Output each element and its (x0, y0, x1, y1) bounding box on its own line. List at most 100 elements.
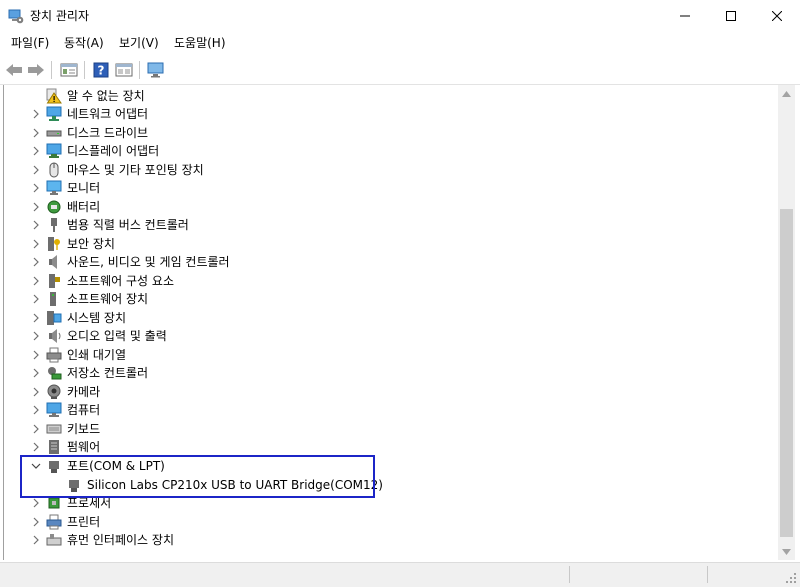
tree-row-label: 오디오 입력 및 출력 (67, 329, 167, 343)
software-device-icon (46, 291, 62, 307)
battery-icon (46, 199, 62, 215)
expand-chevron-icon[interactable] (30, 349, 42, 361)
tree-row[interactable]: 배터리 (4, 198, 779, 216)
expand-chevron-icon[interactable] (30, 423, 42, 435)
tree-row-label: 키보드 (67, 422, 101, 436)
menu-help[interactable]: 도움말(H) (172, 34, 228, 52)
unknown-device-warning-icon (46, 88, 62, 104)
maximize-button[interactable] (708, 0, 754, 32)
tree-row[interactable]: 소프트웨어 장치 (4, 290, 779, 308)
tree-row[interactable]: 소프트웨어 구성 요소 (4, 272, 779, 290)
expand-chevron-icon[interactable] (30, 367, 42, 379)
audio-io-icon (46, 328, 62, 344)
tree-row[interactable]: 프린터 (4, 513, 779, 531)
tree-row-label: 펌웨어 (67, 440, 101, 454)
tree-row[interactable]: 컴퓨터 (4, 401, 779, 419)
expand-chevron-icon[interactable] (30, 256, 42, 268)
expand-chevron-icon[interactable] (30, 219, 42, 231)
tree-row[interactable]: 시스템 장치 (4, 309, 779, 327)
tree-row-label: 범용 직렬 버스 컨트롤러 (67, 218, 189, 232)
console-tree-button[interactable] (59, 60, 79, 80)
tree-row[interactable]: 보안 장치 (4, 235, 779, 253)
forward-arrow-icon (28, 64, 44, 76)
properties-button[interactable] (114, 60, 134, 80)
tree-row[interactable]: 모니터 (4, 179, 779, 197)
help-button[interactable]: ? (91, 60, 111, 80)
expand-chevron-icon[interactable] (30, 312, 42, 324)
tree-row[interactable]: 인쇄 대기열 (4, 346, 779, 364)
expand-chevron-icon[interactable] (30, 201, 42, 213)
menu-view[interactable]: 보기(V) (117, 34, 161, 52)
expand-chevron-icon[interactable] (30, 441, 42, 453)
expand-chevron-icon[interactable] (30, 238, 42, 250)
expand-chevron-icon[interactable] (30, 145, 42, 157)
network-adapter-icon (46, 106, 62, 122)
expand-chevron-icon[interactable] (30, 182, 42, 194)
tree-row-label: 사운드, 비디오 및 게임 컨트롤러 (67, 255, 230, 269)
back-button[interactable] (4, 60, 24, 80)
storage-controller-icon (46, 365, 62, 381)
expand-chevron-icon[interactable] (30, 127, 42, 139)
expand-chevron-icon[interactable] (30, 275, 42, 287)
forward-button[interactable] (26, 60, 46, 80)
system-device-icon (46, 310, 62, 326)
tree-row[interactable]: 알 수 없는 장치 (4, 87, 779, 105)
expand-chevron-icon[interactable] (30, 330, 42, 342)
expand-chevron-icon[interactable] (30, 516, 42, 528)
minimize-button[interactable] (662, 0, 708, 32)
scroll-up-arrow-icon[interactable] (778, 85, 795, 102)
tree-row[interactable]: 디스크 드라이브 (4, 124, 779, 142)
menu-bar: 파일(F) 동작(A) 보기(V) 도움말(H) (0, 32, 800, 54)
highlight-box (20, 455, 375, 498)
menu-action[interactable]: 동작(A) (62, 34, 106, 52)
tree-row-label: 시스템 장치 (67, 311, 127, 325)
scroll-down-arrow-icon[interactable] (778, 543, 795, 560)
tree-row[interactable]: 저장소 컨트롤러 (4, 364, 779, 382)
expand-chevron-icon[interactable] (30, 534, 42, 546)
computer-icon (46, 402, 62, 418)
usb-controller-icon (46, 217, 62, 233)
firmware-icon (46, 439, 62, 455)
close-button[interactable] (754, 0, 800, 32)
tree-row[interactable]: 디스플레이 어댑터 (4, 142, 779, 160)
expand-chevron-icon[interactable] (30, 108, 42, 120)
status-separator (707, 566, 708, 583)
svg-text:?: ? (98, 64, 105, 78)
scrollbar-thumb[interactable] (780, 209, 793, 537)
expand-chevron-icon[interactable] (30, 293, 42, 305)
tree-row-label: 디스크 드라이브 (67, 126, 149, 140)
tree-row[interactable]: 사운드, 비디오 및 게임 컨트롤러 (4, 253, 779, 271)
properties-icon (115, 63, 133, 77)
vertical-scrollbar[interactable] (778, 85, 795, 560)
tree-row[interactable]: 오디오 입력 및 출력 (4, 327, 779, 345)
tree-row-label: 카메라 (67, 385, 101, 399)
tree-row-label: 저장소 컨트롤러 (67, 366, 149, 380)
expand-chevron-icon[interactable] (30, 164, 42, 176)
tree-row[interactable]: 카메라 (4, 383, 779, 401)
tree-row-label: 마우스 및 기타 포인팅 장치 (67, 163, 204, 177)
tree-row[interactable]: 마우스 및 기타 포인팅 장치 (4, 161, 779, 179)
tree-row[interactable]: 휴먼 인터페이스 장치 (4, 531, 779, 549)
tree-row[interactable]: 키보드 (4, 420, 779, 438)
tree-row[interactable]: 펌웨어 (4, 438, 779, 456)
menu-file[interactable]: 파일(F) (9, 34, 51, 52)
tree-row-label: 모니터 (67, 181, 101, 195)
tree-row-label: 휴먼 인터페이스 장치 (67, 533, 174, 547)
tree-row-label: 알 수 없는 장치 (67, 89, 145, 103)
tree-row-label: 소프트웨어 구성 요소 (67, 274, 174, 288)
tree-row[interactable]: 네트워크 어댑터 (4, 105, 779, 123)
tree-row[interactable]: 범용 직렬 버스 컨트롤러 (4, 216, 779, 234)
resize-grip-icon[interactable] (785, 572, 797, 584)
hid-icon (46, 532, 62, 548)
scan-hardware-icon (147, 62, 164, 78)
toolbar-separator (51, 61, 52, 79)
tree-row-label: 배터리 (67, 200, 101, 214)
toolbar-separator (139, 61, 140, 79)
expand-chevron-icon[interactable] (30, 386, 42, 398)
expand-chevron-icon[interactable] (30, 404, 42, 416)
device-manager-app-icon (8, 8, 24, 24)
scan-hardware-button[interactable] (146, 60, 166, 80)
expand-chevron-icon[interactable] (30, 497, 42, 509)
mouse-icon (46, 162, 62, 178)
keyboard-icon (46, 421, 62, 437)
